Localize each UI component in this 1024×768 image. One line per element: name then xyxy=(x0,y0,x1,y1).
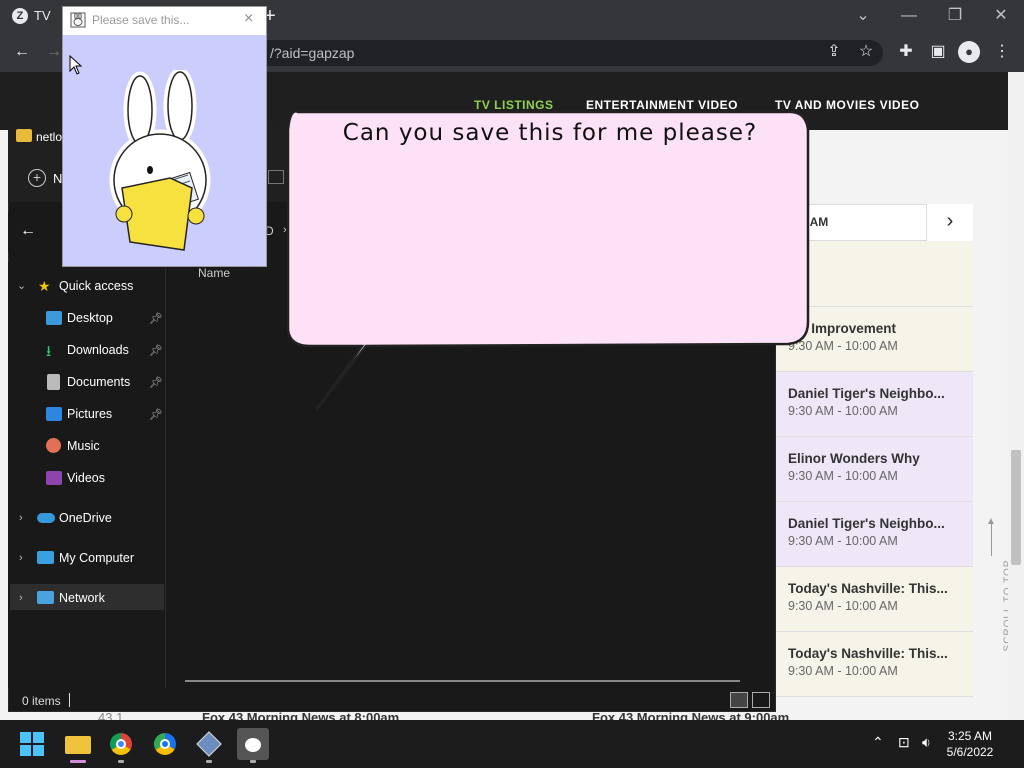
nav-downloads[interactable]: Downloads xyxy=(67,343,129,357)
chrome-beta-taskbar-icon[interactable] xyxy=(149,728,181,760)
folder-icon xyxy=(16,129,32,142)
listing-title[interactable]: Elinor Wonders Why xyxy=(788,451,968,466)
pin-icon: 📌︎ xyxy=(149,409,163,421)
nav-documents[interactable]: Documents xyxy=(67,375,130,389)
speech-bubble xyxy=(286,110,810,411)
popup-close-button[interactable]: × xyxy=(244,10,253,28)
bunny-holding-folder-illustration xyxy=(109,70,211,251)
status-item-count: 0 items xyxy=(22,694,61,708)
star-icon: ★ xyxy=(38,278,51,294)
menu-kebab-icon[interactable]: ⋮ xyxy=(991,41,1013,63)
restore-button[interactable]: ❐ xyxy=(935,4,975,28)
nav-quick-access[interactable]: Quick access xyxy=(59,279,133,293)
next-time-button[interactable]: › xyxy=(926,204,973,241)
details-view-icon[interactable] xyxy=(730,692,748,708)
chevron-right-icon[interactable]: › xyxy=(19,512,23,524)
nav-network[interactable]: Network xyxy=(59,591,105,605)
pictures-icon xyxy=(46,407,62,421)
minimize-button[interactable]: — xyxy=(889,4,929,28)
computer-icon xyxy=(37,551,54,564)
popup-title: Please save this... xyxy=(92,13,190,27)
chrome-icon-center xyxy=(116,739,126,749)
app-indicator xyxy=(250,760,256,763)
nav-pictures[interactable]: Pictures xyxy=(67,407,112,421)
active-app-indicator xyxy=(70,760,86,763)
pin-icon: 📌︎ xyxy=(149,313,163,325)
nav-onedrive[interactable]: OneDrive xyxy=(59,511,112,525)
nav-music[interactable]: Music xyxy=(67,439,100,453)
listing-time: 9:30 AM - 10:00 AM xyxy=(788,664,898,678)
download-icon: ⭳ xyxy=(46,343,52,360)
documents-icon xyxy=(47,374,60,390)
bookmark-star-icon[interactable]: ☆ xyxy=(855,41,877,63)
bunny-app-icon xyxy=(245,738,261,752)
new-plus-icon[interactable]: + xyxy=(28,169,46,187)
chrome-beta-icon-center xyxy=(160,739,170,749)
explorer-back-icon[interactable]: ← xyxy=(20,222,36,240)
tab-title: TV xyxy=(34,8,51,23)
column-header-name[interactable]: Name xyxy=(198,266,230,280)
horizontal-scrollbar[interactable] xyxy=(185,680,740,682)
page-scrollbar[interactable] xyxy=(1008,72,1024,720)
bunny-app-icon xyxy=(70,12,86,28)
side-panel-icon[interactable]: ▣ xyxy=(927,41,949,63)
cloud-icon xyxy=(37,513,55,523)
pin-icon: 📌︎ xyxy=(149,345,163,357)
nav-desktop[interactable]: Desktop xyxy=(67,311,113,325)
listing-time: 9:30 AM - 10:00 AM xyxy=(788,534,898,548)
tab-favicon: Z xyxy=(12,8,28,24)
pin-icon: 📌︎ xyxy=(149,377,163,389)
clock-time[interactable]: 3:25 AM xyxy=(930,729,1010,743)
tab-search-icon[interactable]: ⌄ xyxy=(843,4,883,28)
large-icons-view-icon[interactable] xyxy=(752,692,770,708)
show-hidden-icons-icon[interactable]: ⌃ xyxy=(872,734,884,751)
windows-start-icon[interactable] xyxy=(20,732,44,756)
network-status-icon[interactable]: ⊡ xyxy=(898,734,910,751)
profile-avatar-icon[interactable]: ● xyxy=(958,41,980,63)
bubble-text: Can you save this for me please? xyxy=(342,120,758,146)
videos-icon xyxy=(46,471,62,485)
nav-my-computer[interactable]: My Computer xyxy=(59,551,134,565)
app-indicator xyxy=(118,760,124,763)
clock-date[interactable]: 5/6/2022 xyxy=(930,745,1010,759)
chrome-taskbar-icon[interactable] xyxy=(105,728,137,760)
music-icon xyxy=(46,438,61,453)
listing-time: 9:30 AM - 10:00 AM xyxy=(788,469,898,483)
network-app-taskbar-icon[interactable] xyxy=(193,728,225,760)
listing-title[interactable]: Today's Nashville: This... xyxy=(788,646,968,661)
folder-icon xyxy=(65,736,91,754)
file-explorer-taskbar-icon[interactable] xyxy=(62,728,94,760)
status-separator xyxy=(69,693,70,707)
desktop-icon xyxy=(46,311,62,325)
extensions-icon[interactable]: ✚ xyxy=(895,41,917,63)
new-button[interactable]: N xyxy=(53,171,62,186)
url-text: /?aid=gapzap xyxy=(270,45,355,61)
nav-videos[interactable]: Videos xyxy=(67,471,105,485)
share-icon[interactable]: ⇪ xyxy=(823,41,845,63)
page-scrollbar-thumb[interactable] xyxy=(1011,450,1021,565)
diamond-app-icon xyxy=(196,731,222,757)
listing-time: 9:30 AM - 10:00 AM xyxy=(788,599,898,613)
app-indicator xyxy=(206,760,212,763)
chevron-right-icon[interactable]: › xyxy=(19,592,23,604)
back-icon[interactable]: ← xyxy=(11,41,33,63)
chevron-down-icon[interactable]: ⌄ xyxy=(17,279,26,292)
mouse-cursor-icon xyxy=(69,55,83,75)
explorer-title: netlo xyxy=(36,130,63,144)
bunny-app-taskbar-icon[interactable] xyxy=(237,728,269,760)
listing-title[interactable]: Daniel Tiger's Neighbo... xyxy=(788,516,968,531)
listing-title[interactable]: Today's Nashville: This... xyxy=(788,581,968,596)
network-icon xyxy=(37,591,54,604)
chevron-right-icon[interactable]: › xyxy=(19,552,23,564)
close-window-button[interactable]: ✕ xyxy=(981,4,1021,28)
arrow-up-icon: ▲ xyxy=(986,516,996,527)
